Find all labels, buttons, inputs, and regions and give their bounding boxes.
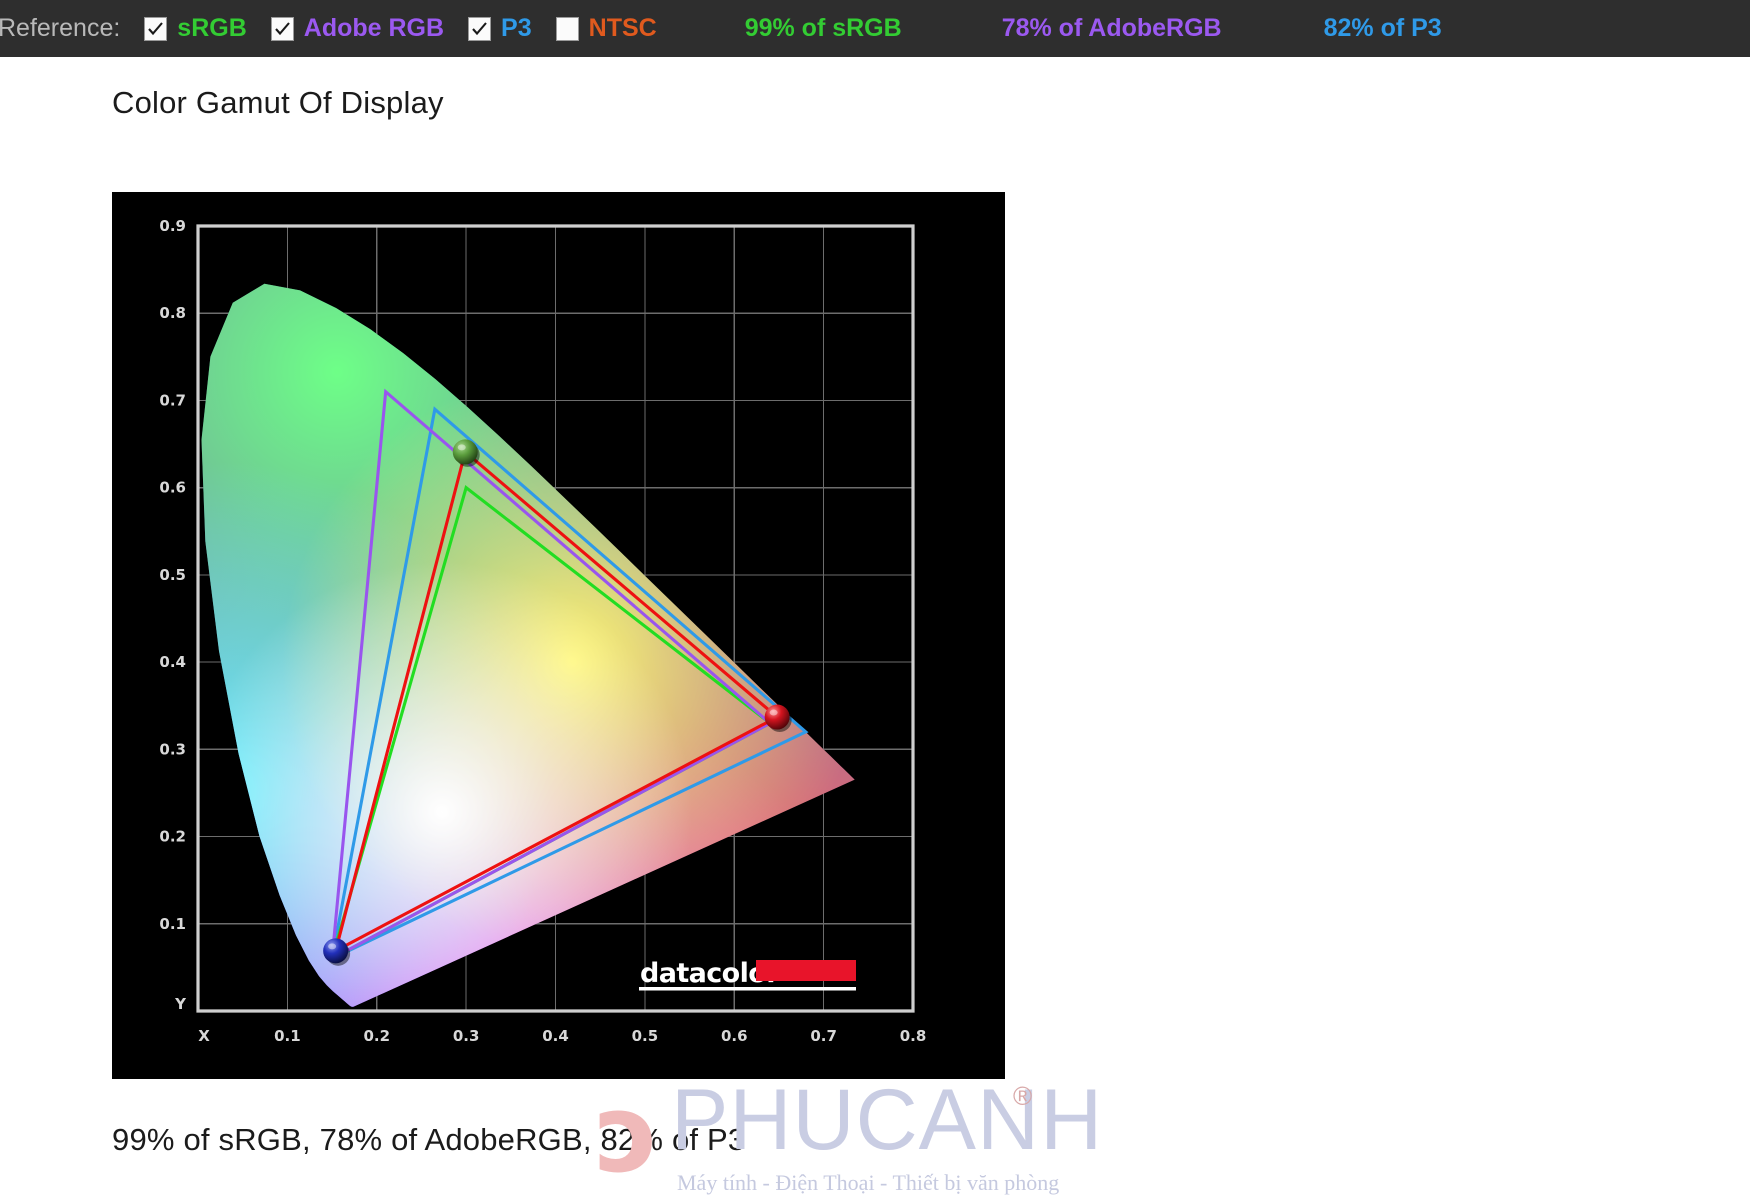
y-tick-label: 0.9 bbox=[159, 217, 186, 235]
reference-item-srgb[interactable]: sRGB bbox=[144, 14, 247, 43]
cie-chromaticity-diagram: 0.1 0.2 0.3 0.4 0.5 0.6 0.7 0.8 X 0.1 0.2 0.3 0.4 0.5… bbox=[112, 192, 1005, 1079]
y-axis-symbol: Y bbox=[174, 995, 187, 1013]
stat-coverage-p3: 82% of P3 bbox=[1323, 14, 1442, 42]
color-gamut-chart: 0.1 0.2 0.3 0.4 0.5 0.6 0.7 0.8 X 0.1 0.2 0.3 0.4 0.5… bbox=[112, 192, 1005, 1079]
datacolor-logo-bar bbox=[756, 960, 856, 981]
reference-label: Reference: bbox=[0, 14, 121, 42]
stat-coverage-srgb: 99% of sRGB bbox=[744, 14, 902, 42]
y-tick-label: 0.8 bbox=[159, 304, 186, 322]
x-tick-label: 0.8 bbox=[900, 1027, 927, 1045]
reference-item-p3[interactable]: P3 bbox=[468, 14, 532, 43]
y-tick-label: 0.1 bbox=[159, 915, 186, 933]
watermark-registered-icon: ® bbox=[1013, 1081, 1033, 1111]
x-tick-label: 0.4 bbox=[542, 1027, 569, 1045]
x-tick-label: 0.6 bbox=[721, 1027, 748, 1045]
reference-label-srgb: sRGB bbox=[177, 14, 247, 42]
stat-coverage-adobe-rgb: 78% of AdobeRGB bbox=[1001, 14, 1222, 42]
x-tick-label: 0.3 bbox=[453, 1027, 480, 1045]
page-title: Color Gamut Of Display bbox=[112, 85, 444, 120]
x-tick-label: 0.2 bbox=[363, 1027, 390, 1045]
checkbox-checked-icon[interactable] bbox=[144, 16, 168, 41]
y-tick-label: 0.4 bbox=[159, 653, 186, 671]
x-tick-label: 0.7 bbox=[810, 1027, 837, 1045]
reference-item-adobe-rgb[interactable]: Adobe RGB bbox=[270, 14, 445, 43]
checkbox-checked-icon[interactable] bbox=[270, 16, 294, 41]
reference-item-ntsc[interactable]: NTSC bbox=[555, 14, 657, 43]
x-tick-label: 0.1 bbox=[274, 1027, 301, 1045]
x-axis-symbol: X bbox=[198, 1027, 210, 1045]
watermark-tagline: Máy tính - Điện Thoại - Thiết bị văn phò… bbox=[677, 1170, 1060, 1195]
y-tick-label: 0.7 bbox=[159, 391, 186, 409]
y-tick-label: 0.2 bbox=[159, 828, 186, 846]
checkbox-unchecked-icon[interactable] bbox=[555, 16, 579, 41]
blue-primary-marker bbox=[323, 938, 349, 964]
green-primary-marker bbox=[452, 439, 478, 465]
reference-label-ntsc: NTSC bbox=[588, 14, 657, 42]
datacolor-logo-underline bbox=[639, 987, 856, 991]
y-tick-label: 0.3 bbox=[159, 740, 186, 758]
reference-label-p3: P3 bbox=[501, 14, 532, 42]
y-tick-label: 0.5 bbox=[159, 566, 186, 584]
gamut-summary-text: 99% of sRGB, 78% of AdobeRGB, 82% of P3 bbox=[112, 1122, 746, 1157]
y-tick-label: 0.6 bbox=[159, 479, 186, 497]
reference-label-adobe-rgb: Adobe RGB bbox=[303, 14, 445, 42]
reference-bar: Reference: sRGB Adobe RGB P3 NTSC 99% of… bbox=[0, 0, 1750, 57]
checkbox-checked-icon[interactable] bbox=[468, 16, 492, 41]
red-primary-marker bbox=[764, 704, 790, 730]
x-tick-label: 0.5 bbox=[632, 1027, 659, 1045]
